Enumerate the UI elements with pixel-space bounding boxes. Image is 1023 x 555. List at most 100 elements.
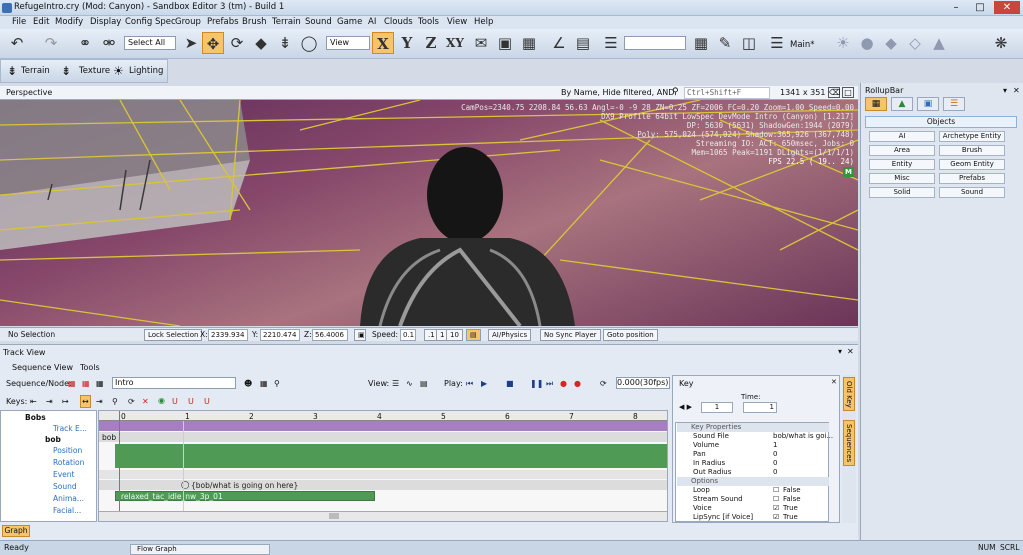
tree-node-track-event[interactable]: Track E...	[53, 424, 87, 433]
loop-icon[interactable]: ⟳	[600, 378, 607, 389]
terrain-axis-icon[interactable]: ✉	[470, 32, 492, 54]
tree-node-bob[interactable]: bob	[45, 435, 61, 444]
viewport-search-input[interactable]: Ctrl+Shift+F	[684, 87, 770, 99]
move-keys-icon[interactable]: ↔	[80, 395, 91, 408]
objects-tab-icon[interactable]: ▦	[865, 97, 887, 111]
terrain-collision-icon[interactable]: ▤	[466, 329, 481, 341]
timeline[interactable]: 0 1 2 3 4 5 6 7 8 bob ◯ {bob/what is goi…	[98, 410, 668, 522]
tv-menu-sequence[interactable]: Sequence	[12, 362, 51, 373]
rollup-close-icon[interactable]: ✕	[1013, 86, 1020, 95]
current-layer[interactable]: Main*	[790, 38, 815, 52]
view-dopesheet-icon[interactable]: ☰	[392, 378, 399, 389]
find-node-icon[interactable]: ⚲	[274, 378, 280, 389]
sync-keys-icon[interactable]: ⟳	[128, 396, 135, 407]
menu-group[interactable]: Group	[175, 16, 201, 29]
viewport-name[interactable]: Perspective	[6, 88, 52, 97]
track-view-icon[interactable]: ✎	[714, 32, 736, 54]
camera-menu-icon[interactable]: ⌫	[828, 87, 840, 98]
move-icon[interactable]: ✥	[202, 32, 224, 54]
panel-pin-icon[interactable]: ▾	[838, 346, 842, 357]
rollup-btn-archetype-entity[interactable]: Archetype Entity	[939, 131, 1005, 142]
select-arrow-icon[interactable]: ➤	[180, 32, 202, 54]
y-coordinate-field[interactable]: 2210.474	[260, 329, 300, 341]
physics-icon[interactable]: ☀	[832, 32, 854, 54]
layers-tab-icon[interactable]: ☰	[943, 97, 965, 111]
tree-node-bobs[interactable]: Bobs	[25, 413, 46, 422]
go-to-end-icon[interactable]: ⏭	[546, 378, 553, 389]
lock-coords-icon[interactable]: ▣	[354, 329, 366, 341]
camera-icon[interactable]: ▣	[494, 32, 516, 54]
scale-keys-icon[interactable]: ⇥	[96, 396, 103, 407]
rollup-btn-sound[interactable]: Sound	[939, 187, 1005, 198]
close-icon[interactable]: ✕	[994, 1, 1020, 14]
rollup-btn-geom-entity[interactable]: Geom Entity	[939, 159, 1005, 170]
track-row-bob[interactable]	[99, 432, 667, 442]
maximize-icon[interactable]: □	[968, 1, 992, 14]
section-key-properties[interactable]: Key Properties	[677, 423, 829, 432]
menu-display[interactable]: Display	[90, 16, 121, 29]
tree-node-rotation[interactable]: Rotation	[53, 458, 84, 467]
undo-icon[interactable]: ↶	[6, 32, 28, 54]
opt-lipsync-checkbox[interactable]: ☑	[773, 513, 779, 522]
add-node-icon[interactable]: ☻	[244, 378, 252, 389]
display-tab-icon[interactable]: ▣	[917, 97, 939, 111]
sequence-dropdown[interactable]: Intro	[112, 377, 236, 389]
add-selected-icon[interactable]: ▦	[260, 378, 268, 389]
menu-config-spec[interactable]: Config Spec	[125, 16, 176, 29]
axis-z-button[interactable]: Z	[420, 32, 442, 54]
edit-sequence-icon[interactable]: ▦	[96, 378, 104, 389]
texture-button[interactable]: Texture	[79, 64, 110, 78]
tree-node-animation[interactable]: Anima...	[53, 494, 84, 503]
ai-icon[interactable]: ●	[856, 32, 878, 54]
snap-to-terrain-icon[interactable]: ⇟	[274, 32, 296, 54]
start-marker[interactable]	[119, 411, 120, 511]
axis-xy-button[interactable]: XY	[444, 32, 466, 54]
axis-y-button[interactable]: Y	[396, 32, 418, 54]
ruler-icon[interactable]: ▤	[572, 32, 594, 54]
tree-node-event[interactable]: Event	[53, 470, 75, 479]
track-position-rotation[interactable]	[115, 444, 667, 468]
menu-clouds[interactable]: Clouds	[384, 16, 413, 29]
menu-prefabs[interactable]: Prefabs	[207, 16, 239, 29]
opt-voice-checkbox[interactable]: ☑	[773, 504, 779, 513]
node-tree[interactable]: Bobs Track E... bob Position Rotation Ev…	[0, 410, 97, 522]
axis-x-button[interactable]: X	[372, 32, 394, 54]
menu-tools[interactable]: Tools	[418, 16, 439, 29]
view-both-icon[interactable]: ▤	[420, 378, 428, 389]
magnet-2-icon[interactable]: U	[188, 396, 194, 407]
key-time-field[interactable]: 1	[743, 402, 777, 413]
menu-help[interactable]: Help	[474, 16, 493, 29]
prop-sound-file-value[interactable]: bob/what is goi...	[773, 432, 833, 441]
terrain-edit-icon[interactable]: ▲	[928, 32, 950, 54]
go-to-start-icon[interactable]: ⏮	[466, 378, 473, 389]
objects-header[interactable]: Objects	[865, 116, 1017, 128]
magnet-3-icon[interactable]: U	[204, 396, 210, 407]
tree-node-sound[interactable]: Sound	[53, 482, 77, 491]
slide-keys-icon[interactable]: ↦	[62, 396, 69, 407]
stop-icon[interactable]: ■	[506, 378, 514, 389]
material-icon[interactable]: ▦	[690, 32, 712, 54]
prop-volume-value[interactable]: 1	[773, 441, 777, 450]
tree-node-facial[interactable]: Facial...	[53, 506, 81, 515]
view-curve-icon[interactable]: ∿	[406, 378, 413, 389]
menu-view[interactable]: View	[447, 16, 467, 29]
terrain-button[interactable]: Terrain	[21, 64, 50, 78]
snap-icon[interactable]: ◉	[158, 395, 165, 406]
scrollbar-thumb[interactable]	[329, 513, 339, 519]
selection-set-dropdown[interactable]	[624, 36, 686, 50]
record-options-icon[interactable]: ●	[574, 378, 581, 389]
goto-position-button[interactable]: Goto position	[603, 329, 658, 341]
delete-key-icon[interactable]: ✕	[142, 396, 149, 407]
layers-icon[interactable]: ☰	[766, 32, 788, 54]
opt-stream-checkbox[interactable]: ☐	[773, 495, 779, 504]
x-coordinate-field[interactable]: 2339.934	[208, 329, 248, 341]
prev-key-icon[interactable]: ⇤	[30, 396, 37, 407]
prop-out-radius-value[interactable]: 0	[773, 468, 777, 477]
rollup-btn-prefabs[interactable]: Prefabs	[939, 173, 1005, 184]
track-bobs[interactable]	[99, 421, 667, 431]
redo-icon[interactable]: ↷	[40, 32, 62, 54]
time-field[interactable]: 0.000(30fps)	[616, 377, 670, 389]
perspective-viewport[interactable]: CamPos=2340.75 2208.84 56.63 Angl=-0 -9 …	[0, 100, 858, 326]
rollup-btn-solid[interactable]: Solid	[869, 187, 935, 198]
rollup-btn-brush[interactable]: Brush	[939, 145, 1005, 156]
